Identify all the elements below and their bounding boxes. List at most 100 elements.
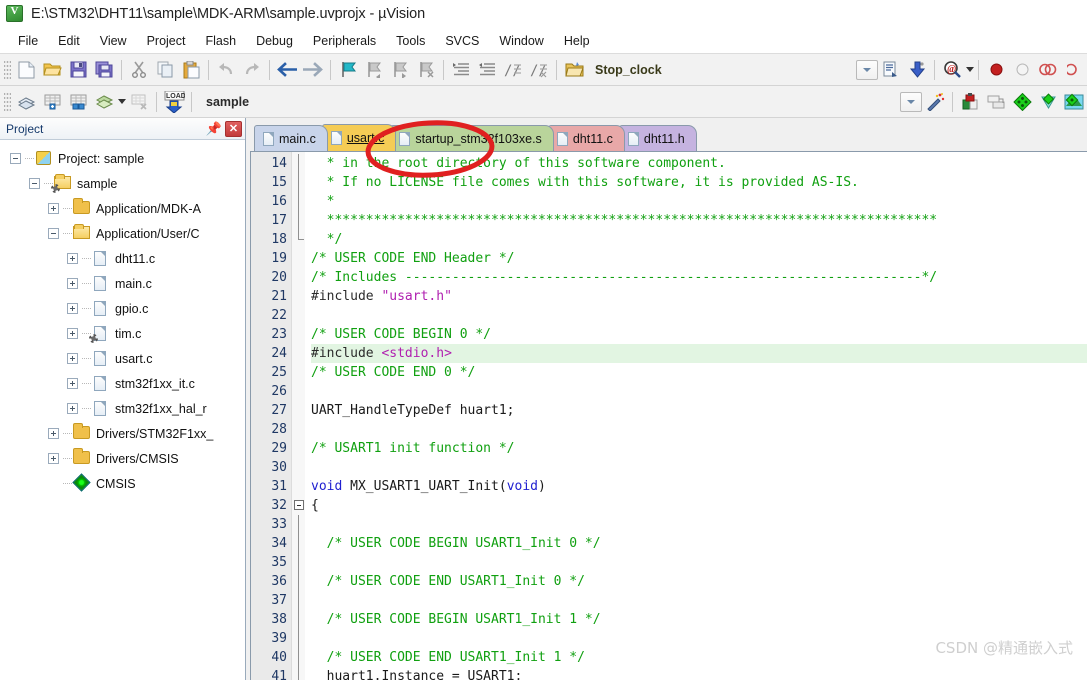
build-output-icon[interactable]: [878, 57, 904, 83]
collapse-icon[interactable]: [48, 228, 59, 239]
expand-icon[interactable]: [48, 453, 59, 464]
paste-icon[interactable]: [178, 57, 204, 83]
chevron-down-icon[interactable]: [966, 67, 974, 72]
menu-item-file[interactable]: File: [8, 31, 48, 51]
breakpoint-disable-all-icon[interactable]: [1035, 57, 1061, 83]
active-target-name[interactable]: sample: [196, 95, 346, 109]
menu-item-flash[interactable]: Flash: [195, 31, 246, 51]
save-all-icon[interactable]: [91, 57, 117, 83]
collapse-icon[interactable]: [10, 153, 21, 164]
menu-item-svcs[interactable]: SVCS: [435, 31, 489, 51]
tree-item[interactable]: Application/User/C: [0, 221, 245, 246]
tree-item[interactable]: stm32f1xx_it.c: [0, 371, 245, 396]
expand-icon[interactable]: [48, 428, 59, 439]
code-editor[interactable]: 14 15 16 17 18 19 20 21 22 23 24 25 26 27 28 29 30 31 32 33…: [250, 151, 1087, 680]
manage-project-items-icon[interactable]: [957, 89, 983, 115]
code-line[interactable]: /* USER CODE BEGIN USART1_Init 0 */: [311, 534, 1087, 553]
rebuild-icon[interactable]: [65, 89, 91, 115]
code-line[interactable]: {: [311, 496, 1087, 515]
tree-item[interactable]: Drivers/CMSIS: [0, 446, 245, 471]
code-line[interactable]: [311, 306, 1087, 325]
code-line[interactable]: [311, 591, 1087, 610]
code-line[interactable]: void MX_USART1_UART_Init(void): [311, 477, 1087, 496]
tree-item[interactable]: usart.c: [0, 346, 245, 371]
code-line[interactable]: [311, 382, 1087, 401]
expand-icon[interactable]: [67, 328, 78, 339]
expand-icon[interactable]: [67, 353, 78, 364]
close-icon[interactable]: ✕: [225, 120, 242, 137]
uncomment-icon[interactable]: //: [526, 57, 552, 83]
breakpoint-icon[interactable]: [983, 57, 1009, 83]
navigate-forward-icon[interactable]: [300, 57, 326, 83]
batch-build-icon[interactable]: [91, 89, 117, 115]
save-icon[interactable]: [65, 57, 91, 83]
tree-item[interactable]: CMSIS: [0, 471, 245, 496]
target-dropdown-button[interactable]: [900, 91, 922, 112]
editor-tab-usart-c[interactable]: usart.c: [321, 124, 397, 151]
cut-icon[interactable]: [126, 57, 152, 83]
expand-icon[interactable]: [67, 303, 78, 314]
fold-marker[interactable]: [292, 496, 305, 515]
expand-icon[interactable]: [67, 278, 78, 289]
menu-item-debug[interactable]: Debug: [246, 31, 303, 51]
load-icon[interactable]: LOAD: [161, 89, 187, 115]
tree-item[interactable]: sample: [0, 171, 245, 196]
new-file-icon[interactable]: [13, 57, 39, 83]
code-line[interactable]: [311, 553, 1087, 572]
code-line[interactable]: /* USER CODE END Header */: [311, 249, 1087, 268]
target-select-button[interactable]: [856, 59, 878, 80]
menu-item-project[interactable]: Project: [137, 31, 196, 51]
expand-icon[interactable]: [67, 378, 78, 389]
code-line[interactable]: huart1.Instance = USART1;: [311, 667, 1087, 680]
toolbar-grip[interactable]: [4, 90, 11, 113]
code-line[interactable]: ****************************************…: [311, 211, 1087, 230]
outdent-icon[interactable]: [474, 57, 500, 83]
code-line[interactable]: /* USER CODE BEGIN USART1_Init 1 */: [311, 610, 1087, 629]
tree-item[interactable]: Drivers/STM32F1xx_: [0, 421, 245, 446]
tree-item[interactable]: Project: sample: [0, 146, 245, 171]
breakpoint-disabled-icon[interactable]: [1009, 57, 1035, 83]
redo-icon[interactable]: [239, 57, 265, 83]
project-tree[interactable]: Project: sample sample Application/MDK-A Ap…: [0, 140, 245, 680]
download-icon[interactable]: [904, 57, 930, 83]
editor-tab-startup-stm32f103xe-s[interactable]: startup_stm32f103xe.s: [390, 125, 554, 151]
code-line[interactable]: * in the root directory of this software…: [311, 154, 1087, 173]
multi-project-icon[interactable]: [983, 89, 1009, 115]
code-line[interactable]: #include "usart.h": [311, 287, 1087, 306]
code-line[interactable]: /* USER CODE BEGIN 0 */: [311, 325, 1087, 344]
expand-icon[interactable]: [67, 403, 78, 414]
magic-wand-icon[interactable]: [922, 89, 948, 115]
build-icon[interactable]: [13, 89, 39, 115]
code-line[interactable]: #include <stdio.h>: [311, 344, 1087, 363]
code-line[interactable]: [311, 458, 1087, 477]
tree-item[interactable]: main.c: [0, 271, 245, 296]
code-line[interactable]: [311, 420, 1087, 439]
code-line[interactable]: */: [311, 230, 1087, 249]
tree-item[interactable]: Application/MDK-A: [0, 196, 245, 221]
chevron-down-icon[interactable]: [118, 99, 126, 104]
code-line[interactable]: UART_HandleTypeDef huart1;: [311, 401, 1087, 420]
open-folder-icon[interactable]: [39, 57, 65, 83]
menu-item-view[interactable]: View: [90, 31, 137, 51]
pack-installer-icon[interactable]: [1009, 89, 1035, 115]
tree-item[interactable]: stm32f1xx_hal_r: [0, 396, 245, 421]
collapse-region-icon[interactable]: [294, 500, 304, 510]
copy-icon[interactable]: [152, 57, 178, 83]
stop-build-icon[interactable]: [126, 89, 152, 115]
code-text[interactable]: * in the root directory of this software…: [305, 152, 1087, 680]
code-line[interactable]: *: [311, 192, 1087, 211]
code-line[interactable]: /* Includes ----------------------------…: [311, 268, 1087, 287]
code-line[interactable]: /* USER CODE END USART1_Init 0 */: [311, 572, 1087, 591]
editor-tab-dht11-h[interactable]: dht11.h: [618, 125, 697, 151]
bookmark-toggle-icon[interactable]: [335, 57, 361, 83]
editor-tab-main-c[interactable]: main.c: [254, 125, 328, 151]
tree-item[interactable]: gpio.c: [0, 296, 245, 321]
comment-icon[interactable]: //: [500, 57, 526, 83]
code-line[interactable]: /* USER CODE END 0 */: [311, 363, 1087, 382]
indent-icon[interactable]: [448, 57, 474, 83]
code-line[interactable]: * If no LICENSE file comes with this sof…: [311, 173, 1087, 192]
code-folding-bar[interactable]: [291, 152, 305, 680]
collapse-icon[interactable]: [29, 178, 40, 189]
target-options-icon[interactable]: [561, 57, 587, 83]
bookmark-next-icon[interactable]: [387, 57, 413, 83]
